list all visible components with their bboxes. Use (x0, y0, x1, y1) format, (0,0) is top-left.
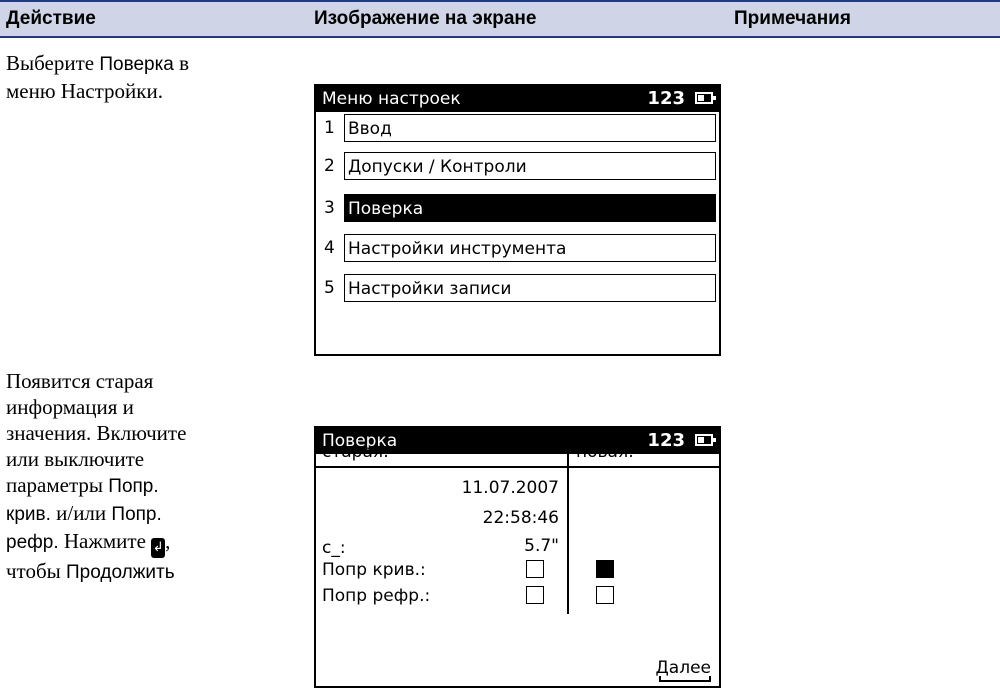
screen-title-bar: Меню настроек 123 (316, 86, 719, 112)
step2-text: Появится старая информация и значения. В… (6, 369, 187, 583)
battery-icon (695, 434, 716, 446)
softkey-bracket-right (709, 676, 711, 682)
curvature-old-checkbox (526, 560, 544, 578)
refraction-old-checkbox (526, 586, 544, 604)
enter-key-icon: ↲ (151, 538, 166, 558)
calibration-date: 11.07.2007 (461, 478, 559, 498)
new-column-header: новая: (576, 442, 634, 462)
menu-item-instrument-settings[interactable]: 4 Настройки инструмента (320, 234, 716, 262)
menu-item-input[interactable]: 1 Ввод (320, 114, 716, 142)
menu-item-calibration[interactable]: 3 Поверка (320, 194, 716, 222)
old-column-header: старая: (322, 442, 389, 462)
battery-icon (695, 92, 716, 104)
table-header: Действие Изображение на экране Примечани… (0, 0, 1000, 38)
mode-indicator: 123 (647, 88, 685, 109)
refraction-label: Попр рефр.: (322, 586, 431, 606)
softkey-bracket-left (659, 676, 661, 682)
menu-item-tolerances[interactable]: 2 Допуски / Контроли (320, 152, 716, 180)
calibration-screen: Поверка 123 старая: новая: 11.07.2007 22… (314, 426, 721, 688)
column-divider (567, 454, 569, 614)
next-softkey[interactable]: Далее (656, 658, 711, 678)
mode-indicator: 123 (647, 430, 685, 451)
settings-menu-screen: Меню настроек 123 1 Ввод 2 Допуски / Кон… (314, 84, 721, 356)
screen-title: Меню настроек (322, 89, 461, 109)
header-notes: Примечания (734, 8, 851, 29)
header-action: Действие (6, 8, 96, 29)
collimation-label: c_: (322, 538, 346, 558)
header-divider (316, 466, 719, 468)
header-screen: Изображение на экране (314, 8, 537, 29)
curvature-new-checkbox[interactable] (596, 560, 614, 578)
menu-item-record-settings[interactable]: 5 Настройки записи (320, 274, 716, 302)
calibration-time: 22:58:46 (482, 508, 559, 528)
refraction-new-checkbox[interactable] (596, 586, 614, 604)
softkey-bracket (659, 680, 711, 682)
curvature-label: Попр крив.: (322, 560, 426, 580)
step1-text: Выберите Поверка в меню Настройки. (6, 51, 190, 103)
collimation-value: 5.7" (524, 536, 559, 556)
